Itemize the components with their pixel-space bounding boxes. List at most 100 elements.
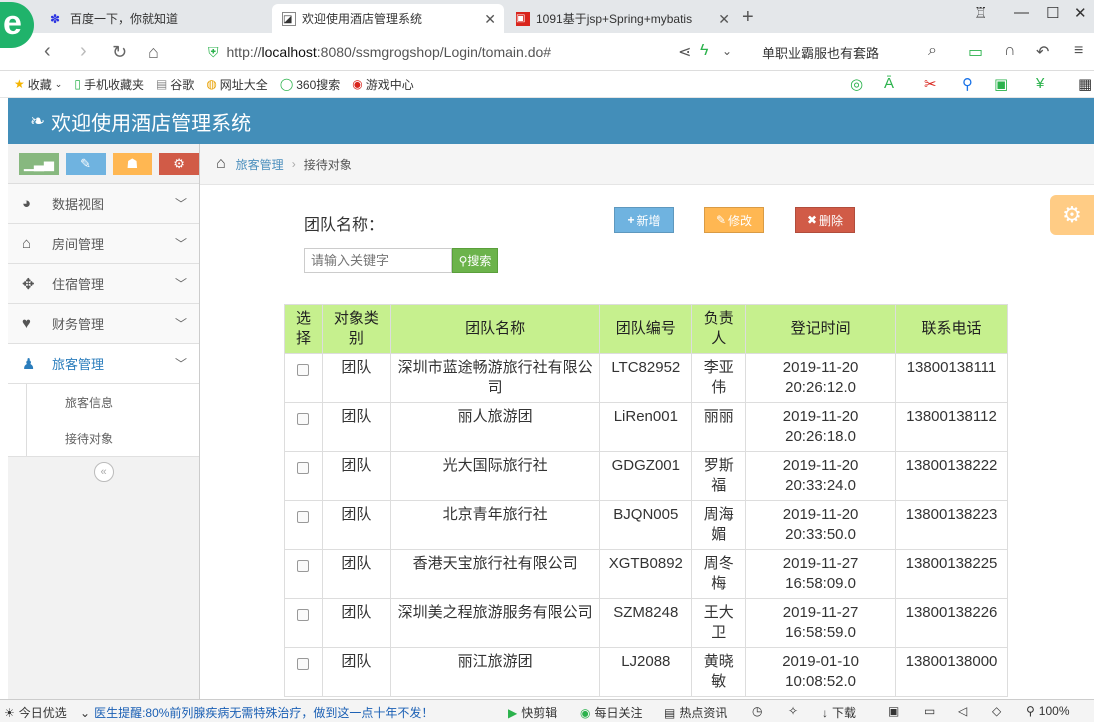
scissors-icon[interactable]: ✂ bbox=[924, 75, 937, 93]
menu-icon[interactable]: ≡ bbox=[1074, 42, 1083, 60]
gear-icon: ⚙ bbox=[1062, 202, 1082, 227]
browser-tab-hotel[interactable]: ◪ 欢迎使用酒店管理系统 ✕ bbox=[272, 4, 504, 33]
url-field[interactable]: ⛨ http://localhost:8080/ssmgrogshop/Logi… bbox=[198, 38, 738, 66]
zoom-value: 100% bbox=[1038, 704, 1070, 718]
apps-grid-icon[interactable]: ▦ bbox=[1078, 75, 1092, 93]
reload-icon[interactable]: ↻ bbox=[112, 42, 127, 63]
status-hot-news[interactable]: ▤ 热点资讯 bbox=[664, 704, 727, 721]
cleanup-icon[interactable]: ✧ bbox=[788, 704, 798, 718]
back-icon[interactable]: ‹ bbox=[44, 40, 51, 63]
search-icon[interactable]: ⌕ bbox=[928, 42, 937, 60]
browser-search-field[interactable]: 单职业霸服也有套路 bbox=[752, 38, 952, 66]
cell-leader: 黄晓敏 bbox=[691, 647, 747, 697]
shirt-skin-icon[interactable]: ♖ bbox=[974, 4, 987, 22]
close-tab-icon[interactable]: ✕ bbox=[484, 11, 496, 28]
table-row[interactable]: 团队 深圳美之程旅游服务有限公司 SZM8248 王大卫 2019-11-27 16:5… bbox=[284, 598, 1009, 648]
bookmark-360-search[interactable]: ◯ 360搜索 bbox=[280, 76, 340, 93]
guests-submenu: 旅客信息 接待对象 bbox=[8, 384, 199, 457]
lightning-icon[interactable]: ϟ bbox=[700, 42, 708, 60]
row-checkbox[interactable] bbox=[297, 560, 310, 572]
window-icon[interactable]: ▭ bbox=[924, 704, 935, 718]
status-quick-edit[interactable]: ▶ 快剪辑 bbox=[508, 704, 557, 721]
browser-status-bar: ☀ 今日优选 ⌄ 医生提醒:80%前列腺疾病无需特殊治疗，做到这一点十年不发！ ▶ 快… bbox=[0, 699, 1094, 722]
browser-tab-baidu[interactable]: ✽ 百度一下，你就知道 bbox=[40, 4, 270, 33]
zoom-indicator[interactable]: ⚲ 100% bbox=[1026, 704, 1070, 718]
row-checkbox[interactable] bbox=[297, 658, 310, 670]
row-checkbox[interactable] bbox=[297, 364, 310, 376]
battery-icon[interactable]: ▭ bbox=[968, 42, 983, 62]
close-window-icon[interactable]: ✕ bbox=[1074, 4, 1087, 22]
home-icon[interactable]: ⌂ bbox=[216, 155, 226, 173]
sidebar-item-label: 财务管理 bbox=[52, 317, 105, 332]
yuan-icon[interactable]: ¥ bbox=[1036, 75, 1044, 92]
table-row[interactable]: 团队 北京青年旅行社 BJQN005 周海媚 2019-11-20 20:33:50.0… bbox=[284, 500, 1009, 550]
magnifier-icon[interactable]: ⚲ bbox=[962, 75, 973, 93]
row-checkbox[interactable] bbox=[297, 609, 310, 621]
home-browser-icon[interactable]: ⌂ bbox=[148, 42, 159, 63]
bookmark-favorites[interactable]: ★ 收藏 ⌄ bbox=[14, 76, 62, 93]
sidebar-item-guests[interactable]: ♟ 旅客管理 ﹀ bbox=[8, 344, 199, 384]
sidebar-item-rooms[interactable]: ⌂ 房间管理 ﹀ bbox=[8, 224, 199, 264]
status-daily-picks[interactable]: ☀ 今日优选 bbox=[4, 704, 67, 721]
row-checkbox[interactable] bbox=[297, 462, 310, 474]
bookmark-sites[interactable]: ◍ 网址大全 bbox=[206, 76, 268, 93]
360-search-icon: ◯ bbox=[279, 77, 294, 91]
gamepad-icon[interactable]: ▣ bbox=[994, 75, 1008, 93]
table-row[interactable]: 团队 丽江旅游团 LJ2088 黄晓敏 2019-01-10 10:08:52.0 138… bbox=[284, 647, 1009, 697]
sidebar-item-label: 住宿管理 bbox=[52, 277, 105, 292]
settings-shortcut-button[interactable]: ⚙ bbox=[159, 152, 199, 175]
delete-button[interactable]: ✖ 删除 bbox=[795, 207, 855, 233]
page-icon: ◪ bbox=[282, 11, 296, 26]
sound-icon[interactable]: ◁ bbox=[958, 704, 967, 718]
search-button[interactable]: ⚲ 搜索 bbox=[452, 248, 498, 273]
row-checkbox[interactable] bbox=[297, 413, 310, 425]
accelerate-icon[interactable]: ◷ bbox=[752, 704, 762, 718]
sidebar-subitem-reception[interactable]: 接待对象 bbox=[26, 420, 199, 456]
bookmark-mobile[interactable]: ▯ 手机收藏夹 bbox=[74, 76, 144, 93]
column-header: 联系电话 bbox=[894, 304, 1009, 354]
breadcrumb-parent[interactable]: 旅客管理 bbox=[236, 156, 284, 173]
pip-icon[interactable]: ▣ bbox=[888, 704, 899, 718]
chevron-down-icon[interactable]: ⌄ bbox=[722, 44, 732, 58]
table-row[interactable]: 团队 丽人旅游团 LiRen001 丽丽 2019-11-20 20:26:18.0 13… bbox=[284, 402, 1009, 452]
users-shortcut-button[interactable]: ☗ bbox=[112, 152, 153, 175]
translate-icon[interactable]: Ā bbox=[884, 75, 894, 92]
sidebar-subitem-guest-info[interactable]: 旅客信息 bbox=[26, 384, 199, 420]
settings-gear-button[interactable]: ⚙ bbox=[1050, 195, 1094, 235]
headphones-icon[interactable]: ∩ bbox=[1004, 42, 1016, 60]
row-checkbox[interactable] bbox=[297, 511, 310, 523]
browser-tab-project[interactable]: ▣ 1091基于jsp+Spring+mybatis ✕ bbox=[506, 4, 738, 33]
group-icon: ☗ bbox=[126, 155, 139, 171]
minimize-icon[interactable]: — bbox=[1014, 4, 1029, 21]
wechat-icon[interactable]: ◎ bbox=[850, 75, 863, 93]
table-row[interactable]: 团队 香港天宝旅行社有限公司 XGTB0892 周冬梅 2019-11-27 16:58… bbox=[284, 549, 1009, 599]
lock-icon[interactable]: ◇ bbox=[992, 704, 1001, 718]
search-icon: ⚲ bbox=[458, 253, 468, 268]
subitem-label: 接待对象 bbox=[65, 431, 114, 446]
status-news-link[interactable]: ⌄ 医生提醒:80%前列腺疾病无需特殊治疗，做到这一点十年不发！ bbox=[80, 704, 433, 721]
keyword-search-input[interactable] bbox=[304, 248, 452, 273]
status-daily-focus[interactable]: ◉ 每日关注 bbox=[580, 704, 643, 721]
cell-team-name: 深圳美之程旅游服务有限公司 bbox=[389, 598, 601, 648]
cell-team-code: BJQN005 bbox=[599, 500, 693, 550]
stats-shortcut-button[interactable]: ▁▃▅ bbox=[19, 152, 59, 175]
sidebar-item-lodging[interactable]: ✥ 住宿管理 ﹀ bbox=[8, 264, 199, 304]
close-tab-icon[interactable]: ✕ bbox=[718, 11, 730, 28]
status-download[interactable]: ↓ 下载 bbox=[822, 704, 856, 721]
bookmark-google[interactable]: ▤ 谷歌 bbox=[156, 76, 194, 93]
add-button[interactable]: + 新增 bbox=[614, 207, 674, 233]
collapse-double-left-icon[interactable]: « bbox=[93, 462, 114, 482]
forward-icon[interactable]: › bbox=[80, 40, 87, 63]
new-tab-icon[interactable]: + bbox=[742, 6, 754, 29]
sidebar-item-data-view[interactable]: ◕ 数据视图 ﹀ bbox=[8, 184, 199, 224]
sidebar-item-finance[interactable]: ♥ 财务管理 ﹀ bbox=[8, 304, 199, 344]
table-row[interactable]: 团队 深圳市蓝途畅游旅行社有限公司 LTC82952 李亚伟 2019-11-20 20… bbox=[284, 353, 1009, 403]
bookmark-games[interactable]: ◉ 游戏中心 bbox=[352, 76, 414, 93]
table-row[interactable]: 团队 光大国际旅行社 GDGZ001 罗斯福 2019-11-20 20:33:24.0… bbox=[284, 451, 1009, 501]
maximize-icon[interactable]: ☐ bbox=[1046, 4, 1059, 22]
cell-register-time: 2019-11-20 20:26:12.0 bbox=[745, 353, 896, 403]
undo-icon[interactable]: ↶ bbox=[1036, 42, 1049, 62]
edit-shortcut-button[interactable]: ✎ bbox=[65, 152, 106, 175]
share-icon[interactable]: ⋖ bbox=[678, 42, 691, 62]
edit-button[interactable]: ✎ 修改 bbox=[704, 207, 764, 233]
